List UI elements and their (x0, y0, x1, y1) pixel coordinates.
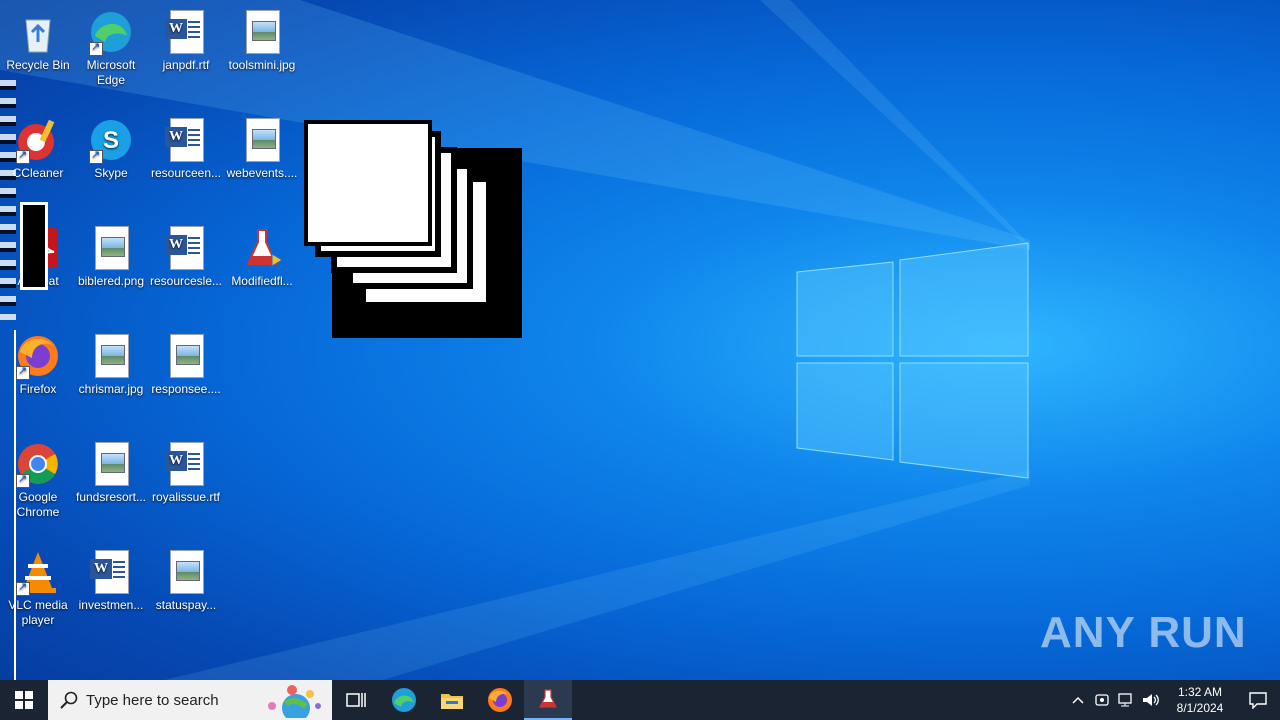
icon-label: fundsresort... (75, 490, 147, 504)
network-button[interactable] (1114, 680, 1138, 720)
recycle-bin-icon-graphic (25, 19, 51, 53)
stacked-windows-artifact (304, 120, 522, 338)
modifiedfl-file[interactable]: Modifiedfl... (224, 224, 300, 289)
edge-shortcut[interactable]: Microsoft Edge (73, 8, 149, 88)
shortcut-arrow-icon (16, 364, 30, 380)
skype-shortcut[interactable]: S Skype (73, 116, 149, 181)
search-placeholder: Type here to search (86, 691, 219, 709)
image-file-icon (252, 129, 276, 149)
task-view-icon (346, 693, 366, 707)
icon-label: biblered.png (77, 274, 145, 288)
render-glitch-block (20, 202, 48, 290)
taskbar-firefox[interactable] (476, 680, 524, 720)
toolsmini-file[interactable]: toolsmini.jpg (224, 8, 300, 73)
network-icon (1118, 693, 1132, 707)
system-tray: 1:32 AM 8/1/2024 (1066, 680, 1280, 720)
shortcut-arrow-icon (89, 40, 103, 56)
word-icon: W (165, 127, 187, 147)
anyrun-watermark: ANY RUN (1040, 608, 1247, 657)
investmen-file[interactable]: W investmen... (73, 548, 149, 613)
device-icon (1095, 694, 1109, 706)
render-glitch (0, 80, 16, 320)
word-icon: W (165, 451, 187, 471)
icon-label: statuspay... (155, 598, 217, 612)
icon-label: chrismar.jpg (78, 382, 144, 396)
webevents-file[interactable]: webevents.... (224, 116, 300, 181)
folder-icon (441, 694, 463, 709)
resourceen-file[interactable]: W resourceen... (148, 116, 224, 181)
shortcut-arrow-icon (16, 472, 30, 488)
clock-time: 1:32 AM (1177, 685, 1223, 699)
fundsresort-file[interactable]: fundsresort... (73, 440, 149, 505)
image-file-icon (252, 21, 276, 41)
tray-device-button[interactable] (1090, 680, 1114, 720)
shortcut-arrow-icon (16, 580, 30, 596)
icon-label: Microsoft Edge (86, 58, 136, 87)
icon-label: Modifiedfl... (231, 274, 293, 288)
action-center-button[interactable] (1236, 680, 1280, 720)
icon-label: Google Chrome (16, 490, 60, 519)
icon-label: VLC media player (8, 598, 68, 627)
clock-date: 8/1/2024 (1176, 701, 1224, 715)
volume-button[interactable] (1138, 680, 1164, 720)
word-icon: W (90, 559, 112, 579)
flask-icon (246, 229, 283, 267)
word-icon: W (165, 235, 187, 255)
render-glitch-bar (14, 330, 16, 680)
start-button[interactable] (0, 680, 48, 720)
icon-label: resourceen... (150, 166, 222, 180)
taskbar-active-app[interactable] (524, 680, 572, 720)
firefox-shortcut[interactable]: Firefox (0, 332, 76, 397)
shortcut-arrow-icon (16, 148, 30, 164)
word-icon: W (165, 19, 187, 39)
recycle-bin-icon[interactable]: Recycle Bin (0, 8, 76, 73)
taskbar-clock[interactable]: 1:32 AM 8/1/2024 (1164, 684, 1236, 716)
taskbar-file-explorer[interactable] (428, 680, 476, 720)
shortcut-arrow-icon (89, 148, 103, 164)
resourcesle-file[interactable]: W resourcesle... (148, 224, 224, 289)
taskbar: Type here to search 1:32 AM 8/1/2024 (0, 680, 1280, 720)
taskbar-edge[interactable] (380, 680, 428, 720)
taskbar-search[interactable]: Type here to search (48, 680, 332, 720)
image-file-icon (176, 345, 200, 365)
icon-label: royalissue.rtf (151, 490, 221, 504)
firefox-icon (488, 688, 512, 712)
edge-icon (392, 688, 416, 712)
task-view-button[interactable] (332, 680, 380, 720)
image-file-icon (101, 453, 125, 473)
responsee-file[interactable]: responsee.... (148, 332, 224, 397)
image-file-icon (176, 561, 200, 581)
volume-icon (1143, 694, 1159, 706)
chrome-shortcut[interactable]: Google Chrome (0, 440, 76, 520)
icon-label: janpdf.rtf (162, 58, 210, 72)
biblered-file[interactable]: biblered.png (73, 224, 149, 289)
icon-label: webevents.... (226, 166, 298, 180)
icon-label: resourcesle... (149, 274, 223, 288)
royalissue-file[interactable]: W royalissue.rtf (148, 440, 224, 505)
statuspay-file[interactable]: statuspay... (148, 548, 224, 613)
image-file-icon (101, 237, 125, 257)
show-hidden-icons-button[interactable] (1066, 680, 1090, 720)
search-icon (60, 691, 78, 709)
icon-label: Skype (94, 166, 128, 180)
windows-logo-wallpaper (796, 242, 1029, 479)
chrismar-file[interactable]: chrismar.jpg (73, 332, 149, 397)
windows-start-icon (15, 691, 33, 709)
image-file-icon (101, 345, 125, 365)
flask-app-icon (539, 689, 557, 708)
icon-label: Firefox (19, 382, 57, 396)
search-highlight-icon (268, 685, 321, 718)
chevron-up-icon (1072, 696, 1084, 704)
icon-label: Recycle Bin (6, 58, 70, 72)
vlc-shortcut[interactable]: VLC media player (0, 548, 76, 628)
icon-label: investmen... (78, 598, 144, 612)
janpdf-file[interactable]: W janpdf.rtf (148, 8, 224, 73)
icon-label: responsee.... (151, 382, 221, 396)
icon-label: toolsmini.jpg (228, 58, 296, 72)
svg-text:S: S (103, 127, 119, 154)
notification-icon (1249, 692, 1267, 709)
